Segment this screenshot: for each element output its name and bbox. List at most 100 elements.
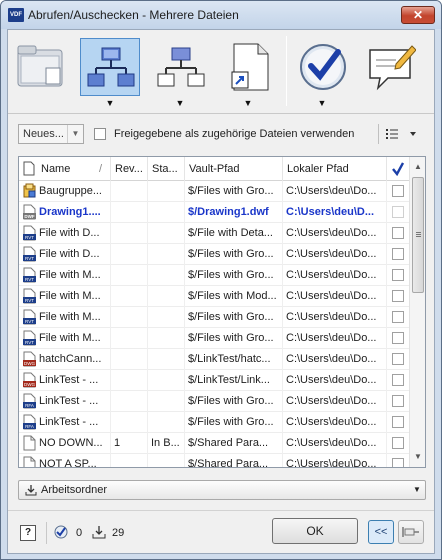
rfa-file-icon: RFA bbox=[23, 414, 36, 430]
download-count: 29 bbox=[112, 527, 125, 539]
title-bar[interactable]: VDF Abrufen/Auschecken - Mehrere Dateien… bbox=[1, 1, 441, 29]
table-row[interactable]: NOT A SP... $/Shared Para... C:\Users\deu\… bbox=[19, 454, 409, 467]
ok-button[interactable]: OK bbox=[272, 518, 358, 544]
row-checkbox[interactable] bbox=[392, 437, 404, 449]
scroll-thumb[interactable] bbox=[412, 177, 424, 293]
scroll-up-arrow[interactable]: ▲ bbox=[410, 159, 425, 175]
cell-name[interactable]: DWF Drawing1.... bbox=[19, 202, 111, 223]
table-row[interactable]: DWG LinkTest - ... $/LinkTest/Link... C:\Us… bbox=[19, 370, 409, 391]
table-row[interactable]: RFA LinkTest - ... $/Files with Gro... C:\U… bbox=[19, 412, 409, 433]
row-checkbox[interactable] bbox=[392, 458, 404, 467]
cell-name[interactable]: RFA LinkTest - ... bbox=[19, 391, 111, 412]
file-name: hatchCann... bbox=[39, 353, 102, 365]
options-separator bbox=[378, 124, 379, 144]
row-checkbox[interactable] bbox=[392, 311, 404, 323]
svg-text:RFA: RFA bbox=[25, 403, 34, 408]
cell-name[interactable]: RVT File with D... bbox=[19, 223, 111, 244]
working-folder-dropdown[interactable]: Arbeitsordner ▼ bbox=[18, 480, 426, 500]
cell-name[interactable]: RFA LinkTest - ... bbox=[19, 412, 111, 433]
row-checkbox[interactable] bbox=[392, 206, 404, 218]
checkout-button[interactable] bbox=[292, 38, 352, 96]
scroll-down-arrow[interactable]: ▼ bbox=[410, 449, 425, 465]
cell-vault-path: $/Drawing1.dwf bbox=[185, 202, 283, 223]
folder-icon bbox=[17, 45, 63, 87]
download-count-icon bbox=[92, 526, 106, 539]
table-row[interactable]: NO DOWN... 1 In B... $/Shared Para... C:\Use… bbox=[19, 433, 409, 454]
table-row[interactable]: RVT File with M... $/Files with Gro... C:\U… bbox=[19, 265, 409, 286]
cell-name[interactable]: RVT File with M... bbox=[19, 307, 111, 328]
list-view-icon bbox=[386, 129, 416, 139]
row-checkbox[interactable] bbox=[392, 290, 404, 302]
folder-view-button[interactable] bbox=[10, 38, 70, 96]
table-row[interactable]: DWG hatchCann... $/LinkTest/hatc... C:\User… bbox=[19, 349, 409, 370]
column-header-revision[interactable]: Rev... bbox=[111, 157, 148, 181]
shortcut-button[interactable] bbox=[218, 38, 278, 96]
cell-name[interactable]: NOT A SP... bbox=[19, 454, 111, 467]
sort-icon: / bbox=[99, 163, 103, 175]
svg-text:RVT: RVT bbox=[25, 298, 34, 303]
column-header-select[interactable] bbox=[387, 157, 409, 181]
status-separator bbox=[46, 522, 47, 544]
row-checkbox[interactable] bbox=[392, 269, 404, 281]
table-row[interactable]: RFA LinkTest - ... $/Files with Gro... C:\U… bbox=[19, 391, 409, 412]
cell-name[interactable]: DWG hatchCann... bbox=[19, 349, 111, 370]
table-row[interactable]: RVT File with D... $/File with Deta... C:\U… bbox=[19, 223, 409, 244]
row-checkbox[interactable] bbox=[392, 185, 404, 197]
file-grid[interactable]: Name / Rev... Sta... Vault-Pfad Lokaler … bbox=[18, 156, 426, 468]
column-header-name[interactable]: Name / bbox=[19, 157, 111, 181]
cell-status bbox=[148, 286, 185, 307]
rvt-file-icon: RVT bbox=[23, 309, 36, 325]
dwf-file-icon: DWF bbox=[23, 204, 36, 220]
cell-name[interactable]: NO DOWN... bbox=[19, 433, 111, 454]
pin-button[interactable] bbox=[398, 520, 424, 544]
collapse-button[interactable]: << bbox=[368, 520, 394, 544]
column-header-vault-path[interactable]: Vault-Pfad bbox=[185, 157, 283, 181]
cell-name[interactable]: RVT File with M... bbox=[19, 328, 111, 349]
cell-name[interactable]: DWG LinkTest - ... bbox=[19, 370, 111, 391]
list-view-button[interactable] bbox=[384, 125, 424, 143]
comment-button[interactable] bbox=[360, 38, 420, 96]
svg-text:RVT: RVT bbox=[25, 277, 34, 282]
structure-button[interactable] bbox=[150, 38, 210, 96]
relationships-button[interactable] bbox=[80, 38, 140, 96]
file-name: File with M... bbox=[39, 269, 101, 281]
cell-vault-path: $/Files with Gro... bbox=[185, 391, 283, 412]
cell-name[interactable]: Baugruppe... bbox=[19, 181, 111, 202]
svg-text:DWF: DWF bbox=[24, 214, 34, 219]
row-checkbox[interactable] bbox=[392, 227, 404, 239]
help-button[interactable]: ? bbox=[20, 525, 36, 541]
row-checkbox[interactable] bbox=[392, 395, 404, 407]
close-button[interactable]: ✕ bbox=[401, 6, 435, 24]
table-row[interactable]: Baugruppe... $/Files with Gro... C:\Users\… bbox=[19, 181, 409, 202]
row-checkbox[interactable] bbox=[392, 374, 404, 386]
table-row[interactable]: RVT File with D... $/Files with Gro... C:\U… bbox=[19, 244, 409, 265]
table-row[interactable]: RVT File with M... $/Files with Mod... C:\U… bbox=[19, 286, 409, 307]
file-name: File with M... bbox=[39, 332, 101, 344]
structure-dropdown[interactable]: ▼ bbox=[174, 98, 186, 108]
cell-name[interactable]: RVT File with M... bbox=[19, 286, 111, 307]
row-checkbox[interactable] bbox=[392, 332, 404, 344]
table-row[interactable]: RVT File with M... $/Files with Gro... C:\U… bbox=[19, 328, 409, 349]
vertical-scrollbar[interactable]: ▲ ▼ bbox=[409, 157, 425, 467]
checkout-dropdown[interactable]: ▼ bbox=[316, 98, 328, 108]
table-row[interactable]: DWF Drawing1.... $/Drawing1.dwf C:\Users\de… bbox=[19, 202, 409, 223]
cell-name[interactable]: RVT File with M... bbox=[19, 265, 111, 286]
relationships-dropdown[interactable]: ▼ bbox=[104, 98, 116, 108]
cell-status bbox=[148, 454, 185, 467]
cell-vault-path: $/Files with Mod... bbox=[185, 286, 283, 307]
file-name: File with M... bbox=[39, 290, 101, 302]
cell-revision bbox=[111, 223, 148, 244]
cell-name[interactable]: RVT File with D... bbox=[19, 244, 111, 265]
footer-separator bbox=[8, 510, 434, 511]
svg-text:RVT: RVT bbox=[25, 235, 34, 240]
new-select[interactable]: Neues... ▼ bbox=[18, 124, 84, 144]
column-header-status[interactable]: Sta... bbox=[148, 157, 185, 181]
column-header-local-path[interactable]: Lokaler Pfad bbox=[283, 157, 387, 181]
shortcut-dropdown[interactable]: ▼ bbox=[242, 98, 254, 108]
table-row[interactable]: RVT File with M... $/Files with Gro... C:\U… bbox=[19, 307, 409, 328]
shared-files-checkbox[interactable] bbox=[94, 128, 106, 140]
row-checkbox[interactable] bbox=[392, 248, 404, 260]
download-icon bbox=[25, 485, 37, 496]
row-checkbox[interactable] bbox=[392, 416, 404, 428]
row-checkbox[interactable] bbox=[392, 353, 404, 365]
